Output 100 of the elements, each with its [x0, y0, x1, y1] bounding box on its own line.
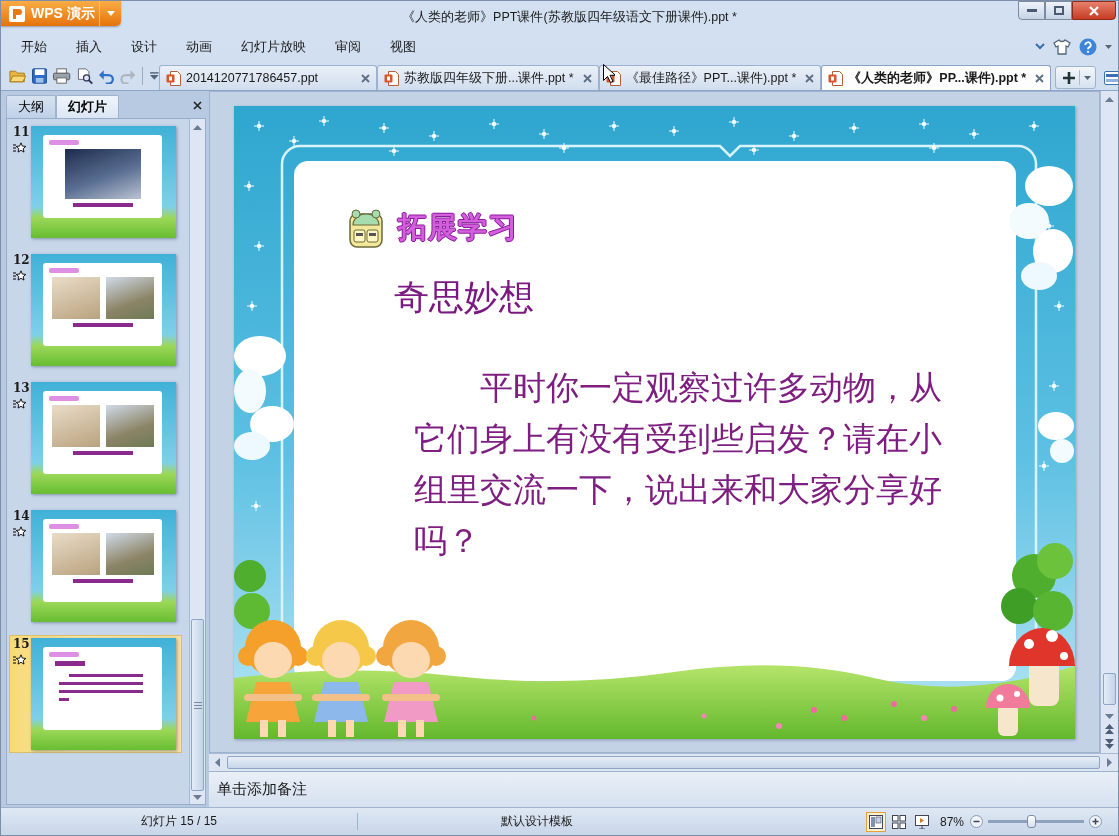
menu-tab[interactable]: 设计	[131, 37, 157, 56]
slideshow-icon	[914, 814, 929, 829]
minimize-button[interactable]	[1018, 1, 1045, 20]
animation-star-icon	[13, 398, 26, 410]
slide-number: 12	[13, 254, 30, 267]
design-template-name: 默认设计模板	[499, 813, 574, 830]
down-arrow-icon[interactable]	[193, 795, 202, 800]
caption-line-drawing	[72, 323, 133, 327]
panel-tab[interactable]: 幻灯片	[56, 95, 119, 118]
caption-line-drawing	[72, 451, 133, 455]
presentation-file-icon	[828, 70, 844, 86]
previous-slide-icon[interactable]	[1105, 724, 1114, 734]
grid-view-icon	[891, 814, 906, 829]
down-arrow-icon[interactable]	[1105, 714, 1114, 719]
slide-number: 13	[13, 382, 30, 395]
grip-icon	[193, 701, 202, 709]
normal-view-button[interactable]	[865, 811, 886, 832]
menu-tab[interactable]: 视图	[390, 37, 416, 56]
scrollbar-thumb[interactable]	[1103, 673, 1116, 705]
caption-line-drawing	[72, 203, 133, 207]
customize-caret-icon[interactable]	[150, 72, 159, 80]
backpack-icon	[348, 207, 384, 248]
folder-icon[interactable]	[9, 68, 27, 84]
zoom-slider-thumb[interactable]	[1027, 815, 1037, 828]
slide-list-item[interactable]: 14	[9, 507, 182, 625]
slide-list-item[interactable]: 11	[9, 123, 182, 241]
thumbnail-heading-drawing	[49, 396, 80, 401]
slide-number: 14	[13, 510, 30, 523]
plus-icon	[1063, 71, 1076, 84]
new-tab-button[interactable]	[1055, 66, 1097, 89]
scrollbar-thumb[interactable]	[191, 619, 204, 791]
slide-number: 11	[13, 126, 30, 139]
maximize-icon	[1053, 6, 1064, 15]
slide-heading: 拓展学习	[398, 208, 518, 246]
thumbnail-heading-drawing	[49, 652, 80, 657]
caption-line-drawing	[72, 579, 133, 583]
presentation-file-icon	[384, 70, 399, 86]
thumbnail-heading-drawing	[49, 524, 80, 529]
document-tab[interactable]: 《最佳路径》PPT...课件).ppt *	[598, 65, 822, 90]
undo-icon[interactable]	[98, 68, 115, 84]
photo-placeholder	[51, 533, 100, 575]
thumbnail-heading-drawing	[49, 268, 80, 273]
maximize-button[interactable]	[1045, 1, 1072, 20]
right-arrow-icon[interactable]	[1107, 758, 1112, 767]
zoom-in-icon[interactable]	[1089, 815, 1102, 828]
shirt-icon[interactable]	[1053, 38, 1071, 55]
help-icon[interactable]	[1079, 37, 1097, 56]
slide-list-item[interactable]: 13	[9, 379, 182, 497]
animation-star-icon	[13, 142, 26, 154]
thumbnail-heading-drawing	[49, 140, 80, 145]
close-tab-icon[interactable]	[1035, 73, 1045, 83]
bush-drawing	[234, 559, 270, 629]
menu-tab[interactable]: 动画	[186, 37, 212, 56]
caret-icon	[1084, 75, 1092, 80]
title-line-drawing	[55, 661, 86, 666]
slide-list-item[interactable]: 15	[9, 635, 182, 753]
mouse-pointer-icon	[603, 64, 615, 83]
window-list-icon[interactable]	[1104, 71, 1118, 85]
next-slide-icon[interactable]	[1105, 739, 1114, 749]
animation-star-icon	[13, 526, 26, 538]
document-tab[interactable]: 《人类的老师》PP...课件).ppt *	[821, 65, 1052, 90]
panel-tab[interactable]: 大纲	[6, 95, 56, 118]
close-icon	[1089, 5, 1099, 16]
chevron-down-icon[interactable]	[1035, 43, 1045, 50]
caret-icon[interactable]	[1105, 44, 1112, 49]
menu-tab[interactable]: 幻灯片放映	[241, 37, 306, 56]
zoom-out-icon[interactable]	[970, 815, 983, 828]
animation-star-icon	[13, 270, 26, 282]
photo-placeholder	[105, 405, 154, 447]
close-tab-icon[interactable]	[361, 73, 370, 83]
scrollbar-thumb[interactable]	[227, 756, 1100, 769]
app-menu-caret-button[interactable]	[99, 1, 121, 26]
printer-icon[interactable]	[53, 68, 71, 84]
normal-view-icon	[868, 814, 883, 829]
zoom-percentage: 87%	[939, 814, 964, 829]
menu-tab[interactable]: 审阅	[335, 37, 361, 56]
menu-tab[interactable]: 开始	[21, 37, 47, 56]
document-tab[interactable]: 2014120771786457.ppt	[159, 65, 377, 90]
up-arrow-icon[interactable]	[1105, 97, 1114, 102]
minimize-icon	[1026, 9, 1037, 12]
photo-placeholder	[105, 533, 154, 575]
slide-number: 15	[13, 638, 30, 651]
document-tab[interactable]: 苏教版四年级下册...课件.ppt *	[377, 65, 599, 90]
presentation-file-icon	[166, 70, 181, 86]
left-arrow-icon[interactable]	[215, 758, 220, 767]
animation-star-icon	[13, 654, 26, 666]
save-icon[interactable]	[32, 68, 48, 84]
close-button[interactable]	[1072, 1, 1116, 20]
slide-list-item[interactable]: 12	[9, 251, 182, 369]
menu-tab[interactable]: 插入	[76, 37, 102, 56]
photo-placeholder	[51, 405, 100, 447]
caret-icon	[106, 11, 115, 16]
close-tab-icon[interactable]	[582, 73, 592, 83]
window-title: 《人类的老师》PPT课件(苏教版四年级语文下册课件).ppt *	[401, 9, 738, 26]
up-arrow-icon[interactable]	[193, 125, 202, 130]
print-preview-icon[interactable]	[76, 67, 93, 85]
close-tab-icon[interactable]	[805, 73, 815, 83]
logo-icon	[9, 5, 25, 22]
close-icon[interactable]	[193, 101, 202, 110]
notes-field[interactable]: 单击添加备注	[209, 771, 1118, 807]
